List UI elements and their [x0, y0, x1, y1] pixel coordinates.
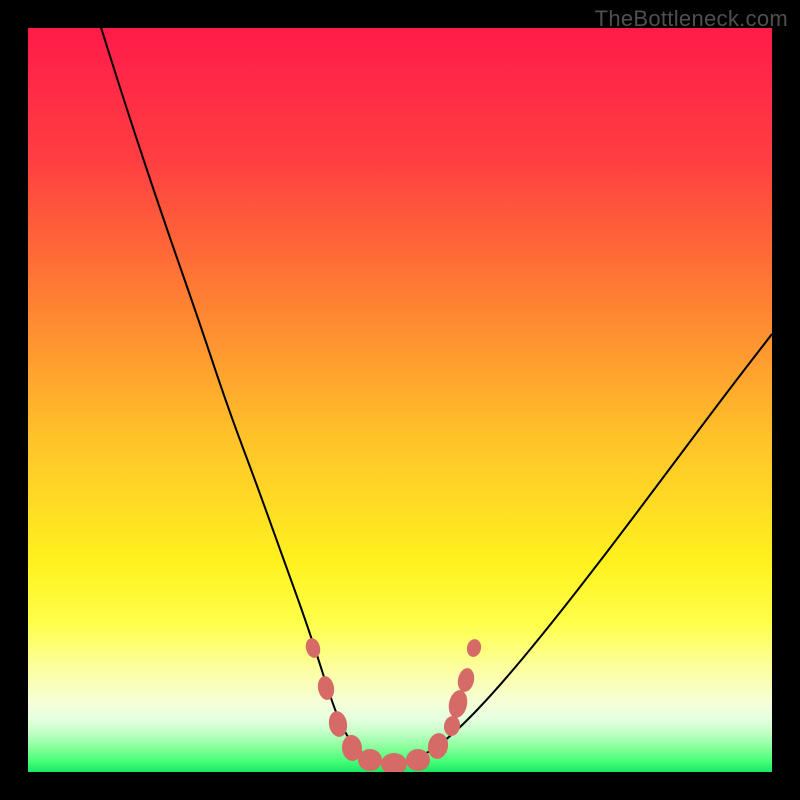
salmon-dot	[358, 749, 382, 771]
salmon-dot	[426, 731, 450, 760]
salmon-dot	[456, 667, 477, 694]
salmon-dot	[406, 749, 430, 771]
salmon-dot	[316, 675, 336, 701]
watermark-text: TheBottleneck.com	[595, 6, 788, 32]
chart-frame	[28, 28, 772, 772]
salmon-dot	[304, 637, 323, 660]
salmon-dot	[446, 688, 469, 719]
salmon-dots-group	[304, 637, 483, 772]
salmon-dot	[381, 753, 407, 772]
salmon-dot	[465, 638, 482, 659]
chart-plot-layer	[28, 28, 772, 772]
bottleneck-curve	[98, 28, 772, 763]
salmon-dot	[442, 715, 461, 737]
